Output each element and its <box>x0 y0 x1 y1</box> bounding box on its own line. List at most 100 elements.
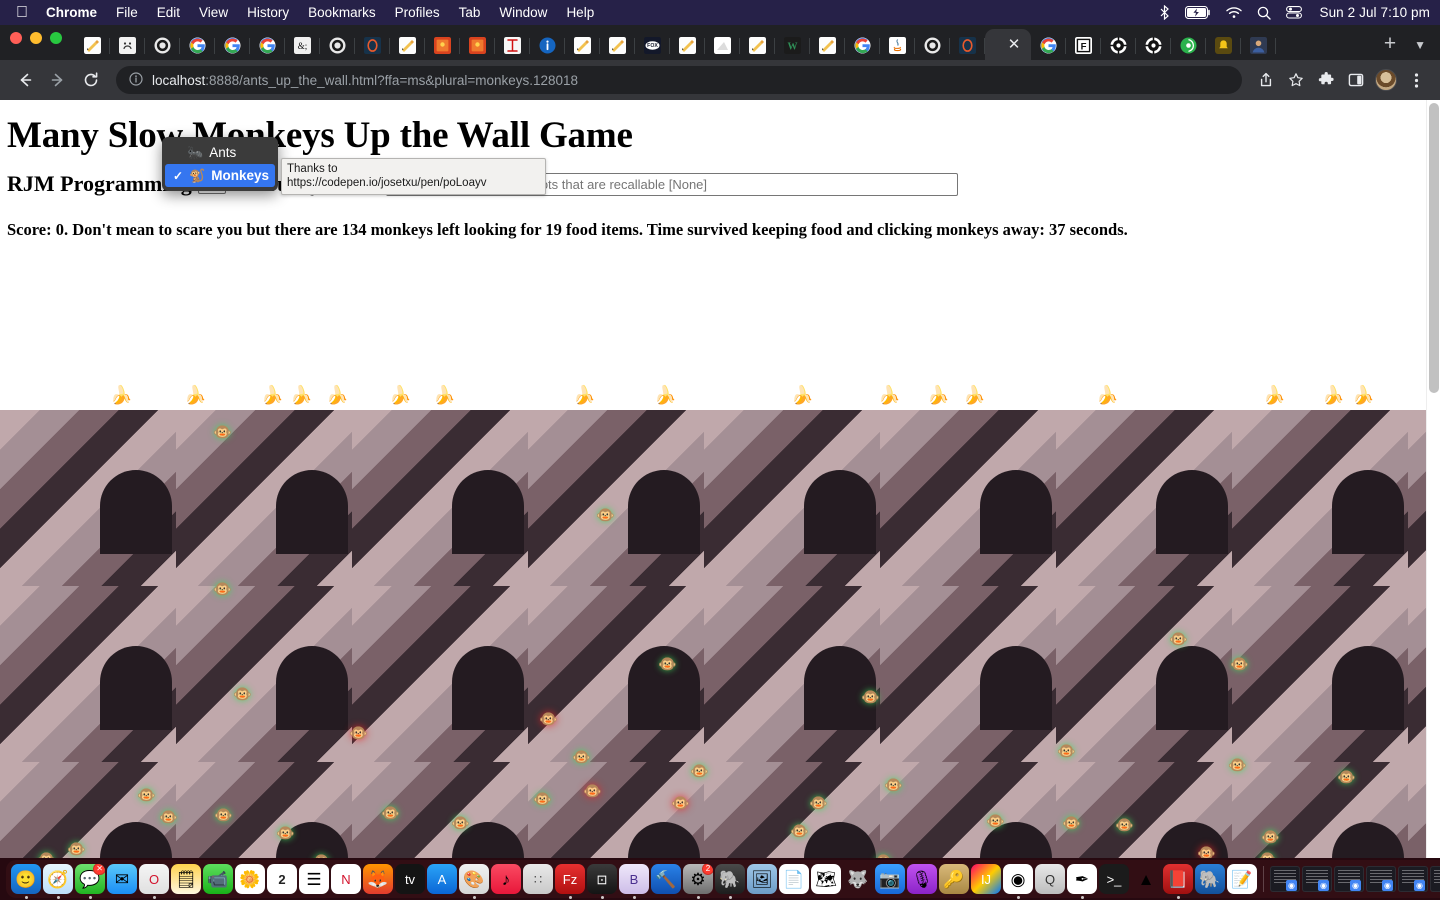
monkey-sprite[interactable]: 🐵 <box>214 808 233 823</box>
dock-icon-photos[interactable]: 🌼 <box>235 864 265 894</box>
dock-icon-music[interactable]: ♪ <box>491 864 521 894</box>
share-icon[interactable] <box>1252 66 1280 94</box>
monkey-sprite[interactable]: 🐵 <box>1337 770 1356 785</box>
banana-food-icon[interactable]: 🍌 <box>654 386 676 404</box>
monkey-sprite[interactable]: 🐵 <box>1230 657 1249 672</box>
monkey-sprite[interactable]: 🐵 <box>790 824 809 839</box>
browser-tab[interactable] <box>740 31 775 60</box>
dock-icon-terminal[interactable]: >_ <box>1099 864 1129 894</box>
new-tab-button[interactable]: + <box>1374 33 1406 60</box>
dock-icon-opera[interactable]: O <box>139 864 169 894</box>
browser-tab[interactable]: F <box>1066 31 1101 60</box>
apple-icon[interactable]:  <box>16 4 28 21</box>
browser-tab[interactable] <box>1031 31 1066 60</box>
browser-tab[interactable] <box>705 31 740 60</box>
banana-food-icon[interactable]: 🍌 <box>1096 386 1118 404</box>
active-browser-tab[interactable]: ✕ <box>985 29 1031 60</box>
dropdown-option-ants[interactable]: 🐜 Ants <box>162 141 278 164</box>
close-window-button[interactable] <box>10 32 22 44</box>
monkey-sprite[interactable]: 🐵 <box>67 842 86 857</box>
monkey-sprite[interactable]: 🐵 <box>690 764 709 779</box>
dock-icon-filezilla[interactable]: Fz <box>555 864 585 894</box>
monkey-sprite[interactable]: 🐵 <box>1197 846 1216 858</box>
monkey-sprite[interactable]: 🐵 <box>451 816 470 831</box>
banana-food-icon[interactable]: 🍌 <box>290 386 312 404</box>
menu-bar-clock[interactable]: Sun 2 Jul 7:10 pm <box>1319 5 1430 20</box>
monkey-sprite[interactable]: 🐵 <box>671 796 690 811</box>
dock-minimized-window[interactable]: ◉ <box>1366 866 1396 892</box>
tab-search-chevron-down-icon[interactable]: ▼ <box>1406 38 1440 60</box>
browser-tab[interactable] <box>460 31 495 60</box>
dock-icon-android-studio[interactable]: ▲ <box>1131 864 1161 894</box>
forward-arrow-icon[interactable] <box>43 65 73 95</box>
dock-icon-messages[interactable]: 💬 ✕ <box>75 864 105 894</box>
battery-charging-icon[interactable] <box>1185 6 1211 19</box>
dock-icon-mamp[interactable]: 🐘 <box>715 864 745 894</box>
dock-icon-intellij-idea[interactable]: IJ <box>971 864 1001 894</box>
banana-food-icon[interactable]: 🍌 <box>791 386 813 404</box>
dock-icon-notes-edit[interactable]: 📝 <box>1227 864 1257 894</box>
vertical-scrollbar[interactable] <box>1426 100 1440 858</box>
menu-item-edit[interactable]: Edit <box>157 5 180 20</box>
dock-icon-preview[interactable]: 🎨 <box>459 864 489 894</box>
chrome-menu-icon[interactable] <box>1402 66 1430 94</box>
site-info-icon[interactable] <box>129 71 143 89</box>
banana-food-icon[interactable]: 🍌 <box>1352 386 1374 404</box>
banana-food-icon[interactable]: 🍌 <box>326 386 348 404</box>
dock-icon-system-settings[interactable]: ⚙ 2 <box>683 864 713 894</box>
monkey-sprite[interactable]: 🐵 <box>1261 830 1280 845</box>
monkey-sprite[interactable]: 🐵 <box>1228 758 1247 773</box>
banana-food-icon[interactable]: 🍌 <box>1322 386 1344 404</box>
monkey-sprite[interactable]: 🐵 <box>137 788 156 803</box>
vertical-scrollbar-thumb[interactable] <box>1429 103 1439 393</box>
menu-item-tab[interactable]: Tab <box>459 5 481 20</box>
dock-icon-calendar[interactable]: 2 <box>267 864 297 894</box>
monkey-sprite[interactable]: 🐵 <box>539 712 558 727</box>
monkey-sprite[interactable]: 🐵 <box>533 792 552 807</box>
dock-icon-xcode[interactable]: 🔨 <box>651 864 681 894</box>
banana-food-icon[interactable]: 🍌 <box>963 386 985 404</box>
wifi-icon[interactable] <box>1226 6 1243 19</box>
browser-tab[interactable] <box>810 31 845 60</box>
dock-icon-mamp-pro[interactable]: 🐘 <box>1195 864 1225 894</box>
banana-food-icon[interactable]: 🍌 <box>927 386 949 404</box>
monkey-sprite[interactable]: 🐵 <box>1169 632 1188 647</box>
browser-tab[interactable]: FOX <box>635 31 670 60</box>
browser-tab[interactable] <box>915 31 950 60</box>
dock-icon-google-chrome[interactable]: ◉ <box>1003 864 1033 894</box>
browser-tab[interactable] <box>1136 31 1171 60</box>
monkey-sprite[interactable]: 🐵 <box>1062 816 1081 831</box>
browser-tab[interactable] <box>110 31 145 60</box>
browser-tab[interactable] <box>1101 31 1136 60</box>
dock-icon-mail[interactable]: ✉ <box>107 864 137 894</box>
minimize-window-button[interactable] <box>30 32 42 44</box>
monkey-sprite[interactable]: 🐵 <box>884 778 903 793</box>
browser-tab[interactable] <box>565 31 600 60</box>
browser-tab[interactable] <box>1241 31 1276 60</box>
control-center-icon[interactable] <box>1286 6 1303 19</box>
search-icon[interactable] <box>1257 6 1272 20</box>
banana-food-icon[interactable]: 🍌 <box>573 386 595 404</box>
dock-icon-app-store[interactable]: A <box>427 864 457 894</box>
monkey-sprite[interactable]: 🐵 <box>213 582 232 597</box>
dock-icon-keychain-access[interactable]: 🔑 <box>939 864 969 894</box>
browser-tab[interactable] <box>180 31 215 60</box>
browser-tab[interactable] <box>390 31 425 60</box>
monkey-sprite[interactable]: 🐵 <box>233 687 252 702</box>
browser-tab[interactable] <box>425 31 460 60</box>
browser-tab[interactable] <box>670 31 705 60</box>
dock-minimized-window[interactable]: ◉ <box>1398 866 1428 892</box>
profile-avatar-icon[interactable] <box>1372 66 1400 94</box>
game-wall-area[interactable]: 🐵🐵🐵🐵🐵🐵🐵🐵🐵🐵🐵🐵🐵🐵🐵🐵🐵🐵🐵🐵🐵🐵🐵🐵🐵🐵🐵🐵🐵🐵🐵🐵🐵🐵🐵🐵🐵🐵🐵🐵… <box>0 410 1426 858</box>
browser-tab[interactable] <box>950 31 985 60</box>
banana-food-icon[interactable]: 🍌 <box>261 386 283 404</box>
banana-food-icon[interactable]: 🍌 <box>1263 386 1285 404</box>
monkey-sprite[interactable]: 🐵 <box>572 750 591 765</box>
browser-tab[interactable] <box>75 31 110 60</box>
browser-tab[interactable]: &; <box>285 31 320 60</box>
dock-icon-firefox[interactable]: 🦊 <box>363 864 393 894</box>
menu-item-bookmarks[interactable]: Bookmarks <box>308 5 376 20</box>
dock-icon-zoom[interactable]: 📷 <box>875 864 905 894</box>
browser-tab[interactable] <box>880 31 915 60</box>
monkey-sprite[interactable]: 🐵 <box>213 425 232 440</box>
